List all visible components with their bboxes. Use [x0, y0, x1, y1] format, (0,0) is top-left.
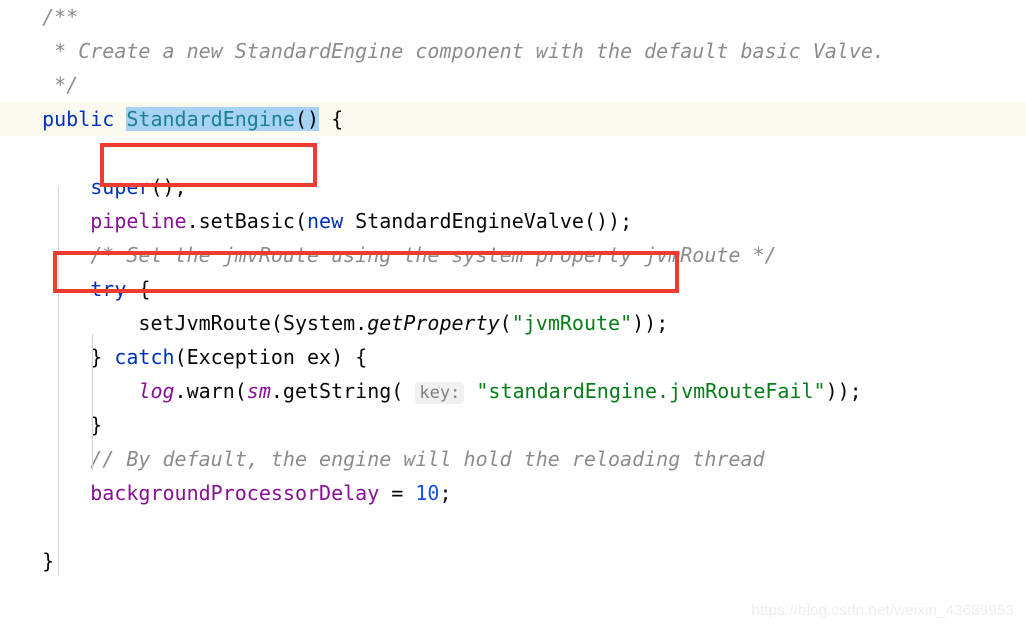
code-line[interactable]: } catch(Exception ex) { [0, 340, 1026, 374]
code-line[interactable]: } [0, 544, 1026, 578]
code-line[interactable]: public StandardEngine() { [0, 102, 1026, 136]
code-editor[interactable]: /** * Create a new StandardEngine compon… [0, 0, 1026, 625]
token-plain: (); [150, 175, 187, 199]
token-plain: (Exception ex) { [174, 345, 368, 369]
code-content[interactable]: /** * Create a new StandardEngine compon… [0, 0, 1026, 578]
token-plain: { [319, 107, 344, 131]
indent-guide [58, 186, 59, 576]
code-line[interactable]: log.warn(sm.getString( key: "standardEng… [0, 374, 1026, 408]
token-plain: setJvmRoute(System. [138, 311, 368, 335]
token-str: "standardEngine.jvmRouteFail" [476, 379, 826, 403]
token-plain: ( [499, 311, 512, 335]
token-plain: StandardEngineValve()); [343, 209, 633, 233]
code-line[interactable]: try { [0, 272, 1026, 306]
code-line[interactable]: setJvmRoute(System.getProperty("jvmRoute… [0, 306, 1026, 340]
token-plain: ; [439, 481, 452, 505]
code-line[interactable]: backgroundProcessorDelay = 10; [0, 476, 1026, 510]
token-kw: catch [114, 345, 175, 369]
indent-guide [92, 334, 93, 402]
code-line[interactable]: */ [0, 68, 1026, 102]
token-field: backgroundProcessorDelay [90, 481, 380, 505]
token-field-i: sm [246, 379, 271, 403]
token-plain: } [90, 345, 115, 369]
token-field-i: log [138, 379, 175, 403]
code-line[interactable]: * Create a new StandardEngine component … [0, 34, 1026, 68]
token-plain: )); [825, 379, 862, 403]
token-comment: /* Set the jmvRoute using the system pro… [90, 243, 777, 267]
token-kw: public [42, 107, 115, 131]
token-kw: new [307, 209, 344, 233]
code-line[interactable]: } [0, 408, 1026, 442]
token-field: pipeline [90, 209, 187, 233]
token-comment: /** [42, 5, 79, 29]
token-kw: try [90, 277, 127, 301]
indent-guide [92, 402, 93, 470]
token-comment: // By default, the engine will hold the … [90, 447, 765, 471]
code-line[interactable]: // By default, the engine will hold the … [0, 442, 1026, 476]
code-line[interactable] [0, 510, 1026, 544]
token-plain: = [379, 481, 416, 505]
token-plain: } [42, 549, 55, 573]
code-line[interactable]: pipeline.setBasic(new StandardEngineValv… [0, 204, 1026, 238]
token-plain: .getString( [270, 379, 416, 403]
token-comment: * Create a new StandardEngine component … [42, 39, 885, 63]
code-line[interactable]: super(); [0, 170, 1026, 204]
token-kw: super [90, 175, 151, 199]
code-line[interactable]: /** [0, 0, 1026, 34]
token-sel-plain: () [294, 107, 320, 131]
code-line[interactable]: /* Set the jmvRoute using the system pro… [0, 238, 1026, 272]
token-sel: StandardEngine [126, 107, 295, 131]
token-plain: )); [632, 311, 669, 335]
token-plain: .warn( [174, 379, 247, 403]
token-plain: { [126, 277, 151, 301]
token-comment: */ [42, 73, 79, 97]
token-plain: .setBasic( [186, 209, 307, 233]
token-hint: key: [415, 382, 465, 404]
code-line[interactable] [0, 136, 1026, 170]
token-num: 10 [415, 481, 440, 505]
watermark: https://blog.csdn.net/weixin_43689953 [751, 602, 1014, 619]
token-str: "jvmRoute" [511, 311, 633, 335]
token-method-i: getProperty [367, 311, 500, 335]
